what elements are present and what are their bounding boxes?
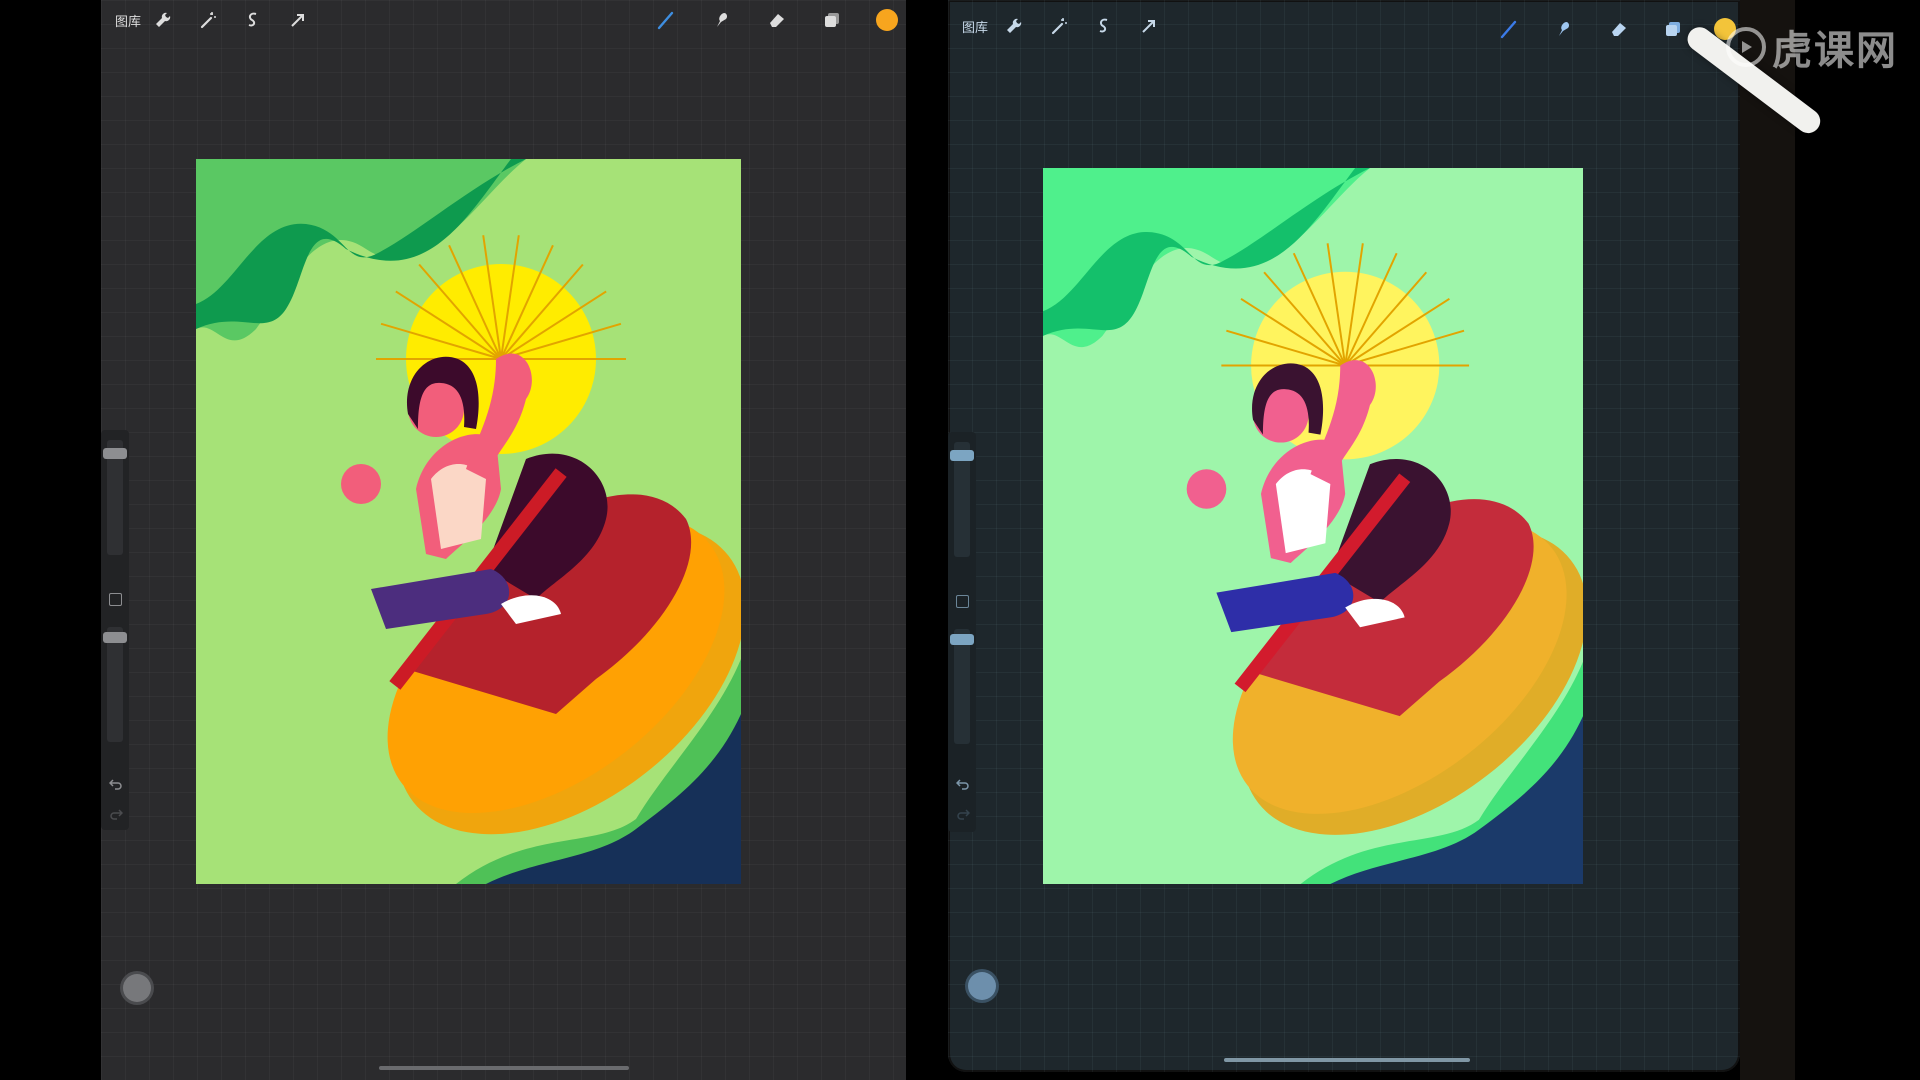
layers-icon[interactable] [820, 8, 844, 32]
home-indicator[interactable] [1224, 1058, 1470, 1062]
top-toolbar: 图库 [101, 0, 906, 40]
eyedropper-button[interactable] [968, 972, 996, 1000]
smudge-icon[interactable] [710, 8, 734, 32]
transform-icon[interactable] [286, 8, 310, 32]
brush-icon[interactable] [1497, 17, 1521, 41]
transform-icon[interactable] [1137, 14, 1161, 38]
play-logo-icon [1726, 27, 1766, 67]
gallery-button[interactable]: 图库 [115, 11, 141, 30]
left-ipad-screen: 图库 [101, 0, 906, 1080]
top-toolbar: 图库 [948, 0, 1740, 40]
illustration-left [196, 159, 741, 884]
side-toolbar [101, 430, 129, 830]
art-shirt [1275, 469, 1331, 554]
side-toolbar [948, 432, 976, 832]
watermark: 虎课网 [1726, 18, 1898, 76]
eraser-icon[interactable] [1607, 17, 1631, 41]
color-swatch[interactable] [876, 9, 898, 31]
opacity-slider[interactable] [954, 629, 970, 744]
brush-icon[interactable] [654, 8, 678, 32]
art-shirt [431, 464, 486, 549]
eyedropper-button[interactable] [123, 974, 151, 1002]
wrench-icon[interactable] [1002, 14, 1026, 38]
watermark-text: 虎课网 [1772, 28, 1898, 74]
art-fist [341, 464, 381, 504]
selection-icon[interactable] [241, 8, 265, 32]
modify-button[interactable] [109, 593, 122, 606]
device-frame-edge [1740, 0, 1795, 1080]
opacity-slider[interactable] [107, 627, 123, 742]
opacity-thumb[interactable] [103, 632, 127, 643]
redo-icon[interactable] [956, 808, 970, 820]
home-indicator[interactable] [379, 1066, 629, 1070]
eraser-icon[interactable] [765, 8, 789, 32]
redo-icon[interactable] [109, 808, 123, 820]
art-fist [1186, 469, 1227, 509]
right-ipad-screen: 图库 [948, 0, 1740, 1072]
brush-size-thumb[interactable] [103, 448, 127, 459]
opacity-thumb[interactable] [950, 634, 974, 645]
smudge-icon[interactable] [1552, 17, 1576, 41]
magic-wand-icon[interactable] [1047, 14, 1071, 38]
illustration-right [1043, 168, 1583, 884]
layers-icon[interactable] [1661, 17, 1685, 41]
artwork-canvas-left[interactable] [196, 159, 741, 884]
undo-icon[interactable] [109, 778, 123, 790]
brush-size-thumb[interactable] [950, 450, 974, 461]
magic-wand-icon[interactable] [196, 8, 220, 32]
artwork-canvas-right[interactable] [1043, 168, 1583, 884]
selection-icon[interactable] [1092, 14, 1116, 38]
undo-icon[interactable] [956, 778, 970, 790]
wrench-icon[interactable] [151, 8, 175, 32]
modify-button[interactable] [956, 595, 969, 608]
gallery-button[interactable]: 图库 [962, 17, 988, 36]
